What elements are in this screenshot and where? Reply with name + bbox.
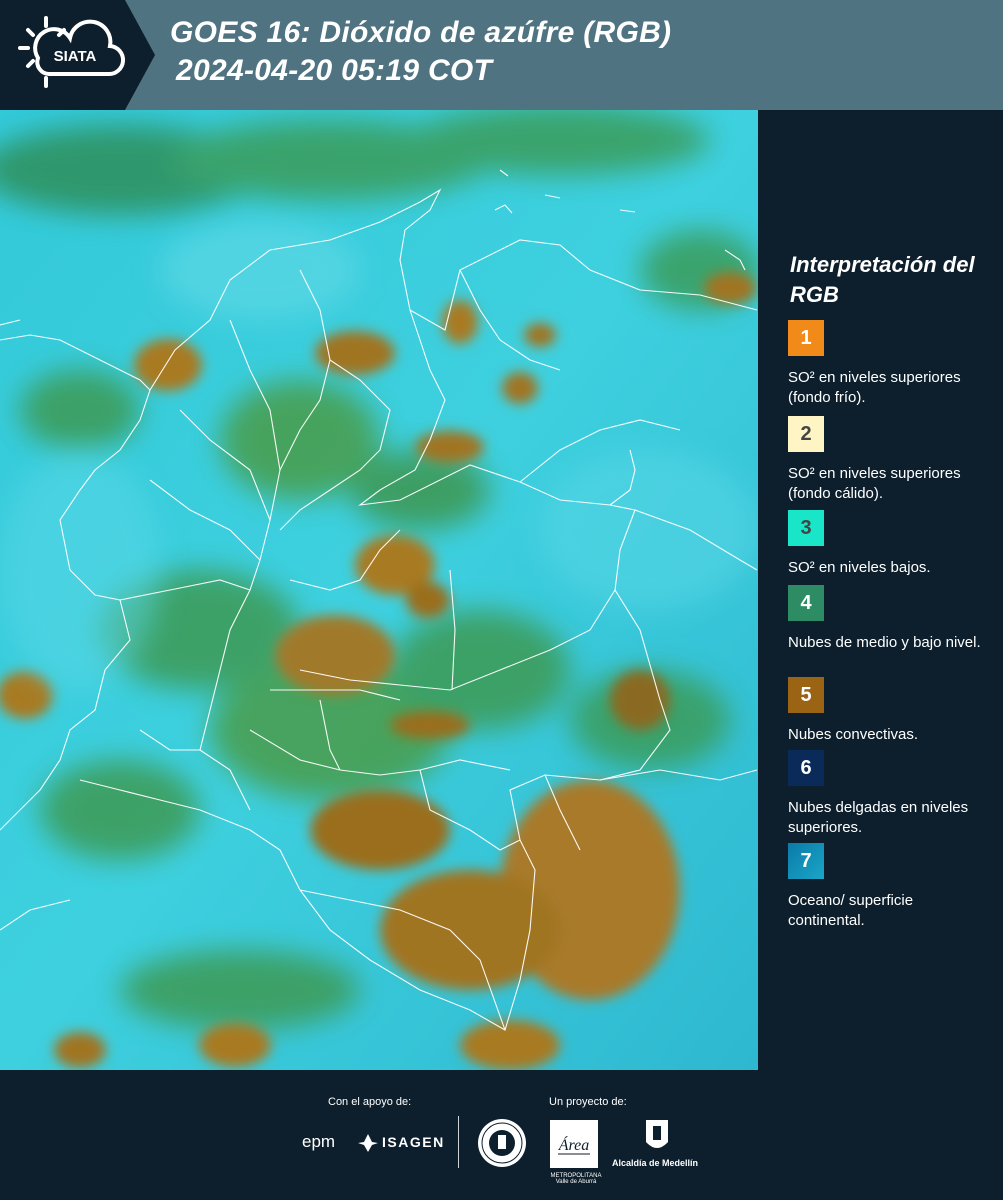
alcaldia-shield-icon	[646, 1120, 668, 1148]
legend-label-7: Oceano/ superficie continental.	[788, 892, 914, 929]
legend-swatch-2: 2	[788, 416, 824, 452]
legend-item-1: 1 SO² en niveles superiores (fondo frío)…	[788, 320, 998, 408]
legend-item-5: 5 Nubes convectivas.	[788, 677, 998, 745]
legend-label-1: SO² en niveles superiores (fondo frío).	[788, 369, 961, 406]
legend-label-3: SO² en niveles bajos.	[788, 559, 931, 576]
legend-swatch-4: 4	[788, 585, 824, 621]
legend-label-5: Nubes convectivas.	[788, 726, 919, 743]
legend-item-4: 4 Nubes de medio y bajo nivel.	[788, 585, 998, 653]
page-title: GOES 16: Dióxido de azúfre (RGB)	[170, 16, 672, 49]
svg-text:Área: Área	[558, 1135, 590, 1154]
satellite-map	[0, 110, 758, 1070]
legend-item-2: 2 SO² en niveles superiores (fondo cálid…	[788, 416, 998, 504]
legend-label-4: Nubes de medio y bajo nivel.	[788, 634, 981, 651]
legend-title: Interpretación del RGB	[790, 252, 975, 307]
legend-item-3: 3 SO² en niveles bajos.	[788, 510, 998, 578]
legend-swatch-3: 3	[788, 510, 824, 546]
legend-item-6: 6 Nubes delgadas en niveles superiores.	[788, 750, 998, 838]
timestamp: 2024-04-20 05:19 COT	[176, 54, 493, 87]
legend-panel: Interpretación del RGB 1 SO² en niveles …	[758, 110, 1003, 1070]
project-label: Un proyecto de:	[549, 1096, 627, 1108]
area-metropolitana-label: METROPOLITANA Valle de Aburrá	[550, 1173, 602, 1185]
area-metropolitana-logo: Área	[550, 1120, 598, 1168]
alcaldia-label: Alcaldía de Medellín	[612, 1158, 699, 1168]
siata-logo-text: SIATA	[54, 48, 97, 65]
footer: Con el apoyo de: Un proyecto de: epm ISA…	[0, 1070, 1003, 1200]
isagen-logo: ISAGEN	[382, 1134, 445, 1150]
legend-item-7: 7 Oceano/ superficie continental.	[788, 843, 998, 931]
support-label: Con el apoyo de:	[328, 1096, 412, 1108]
header-bar: SIATA GOES 16: Dióxido de azúfre (RGB) 2…	[0, 0, 1003, 110]
legend-label-6: Nubes delgadas en niveles superiores.	[788, 799, 969, 836]
footer-divider	[458, 1116, 459, 1168]
legend-swatch-1: 1	[788, 320, 824, 356]
legend-swatch-5: 5	[788, 677, 824, 713]
epm-logo: epm	[302, 1132, 336, 1151]
legend-label-2: SO² en niveles superiores (fondo cálido)…	[788, 465, 961, 502]
legend-swatch-6: 6	[788, 750, 824, 786]
siata-logo: SIATA	[0, 0, 155, 110]
isagen-icon	[358, 1134, 378, 1152]
legend-swatch-7: 7	[788, 843, 824, 879]
medellin-seal-icon	[478, 1119, 526, 1167]
